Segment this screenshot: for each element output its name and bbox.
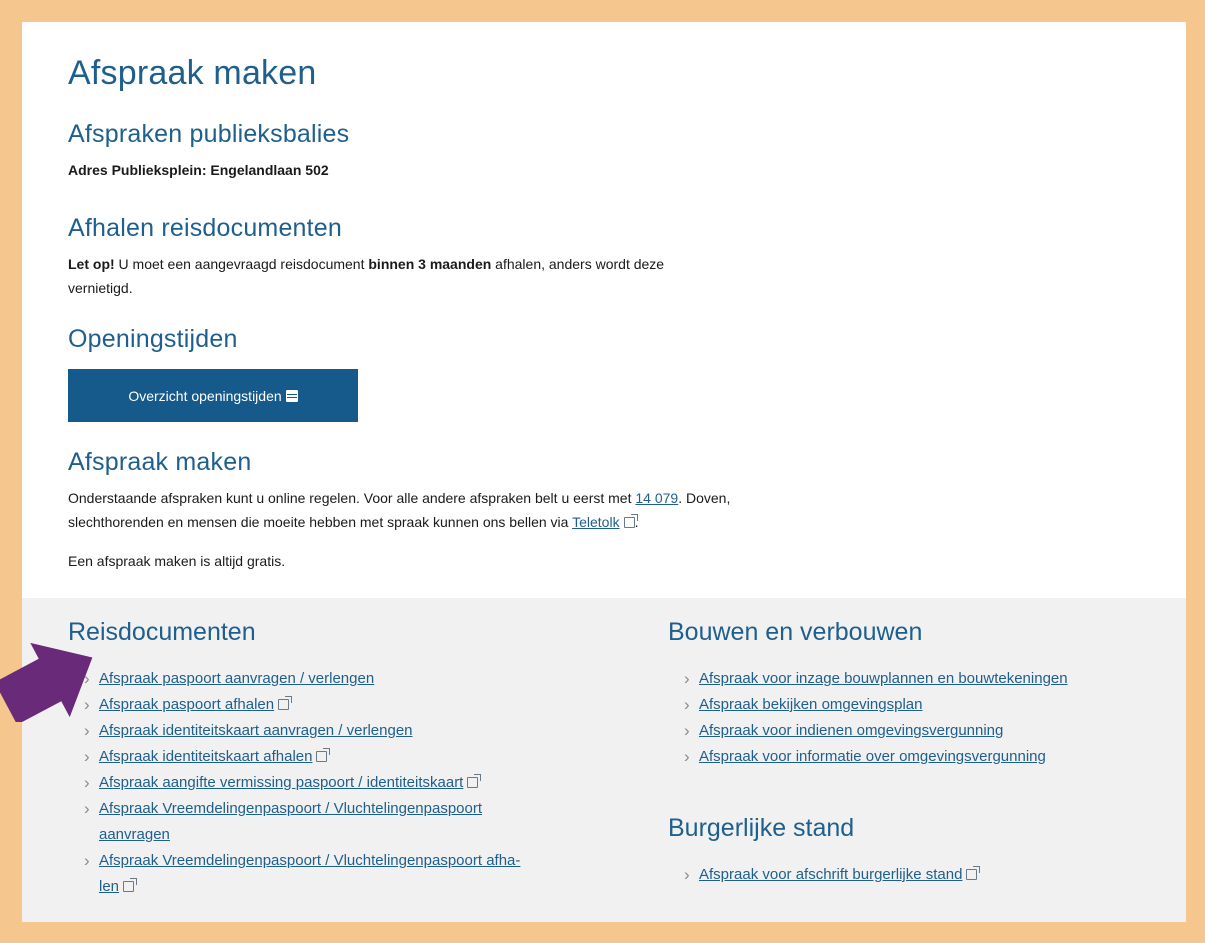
list-item: Afspraak voor inzage bouwplannen en bouw… bbox=[684, 666, 1164, 692]
external-link-icon bbox=[316, 748, 331, 762]
list-item: Afspraak paspoort afhalen bbox=[84, 692, 624, 718]
note-bold-deadline: binnen 3 maanden bbox=[368, 256, 492, 272]
bouwen-heading: Bouwen en verbouwen bbox=[668, 618, 923, 646]
link-paspoort-aanvragen[interactable]: Afspraak paspoort aanvragen / verlengen bbox=[99, 670, 374, 687]
note-text-3: vernietigd. bbox=[68, 280, 133, 296]
content-top: Afspraak maken Afspraken publieksbalies … bbox=[22, 22, 1186, 598]
external-link-icon bbox=[278, 696, 293, 710]
list-item: Afspraak identiteitskaart afhalen bbox=[84, 744, 624, 770]
link-vreemdelingen-aanvragen[interactable]: Afspraak Vreemdelingenpaspoort / Vluchte… bbox=[99, 800, 482, 843]
list-item: Afspraak Vreemdelingenpaspoort / Vluchte… bbox=[84, 796, 624, 848]
list-item: Afspraak voor afschrift burgerlijke stan… bbox=[684, 862, 1164, 888]
burgerlijke-stand-list: Afspraak voor afschrift burgerlijke stan… bbox=[684, 862, 1164, 888]
page-title: Afspraak maken bbox=[68, 54, 317, 92]
arrow-pointer-icon bbox=[0, 642, 93, 722]
link-text-line-1: Afspraak Vreemdelingenpaspoort / Vluchte… bbox=[99, 800, 483, 817]
list-item: Afspraak voor informatie over omgevingsv… bbox=[684, 744, 1164, 770]
link-vreemdelingen-afhalen[interactable]: Afspraak Vreemdelingenpaspoort / Vluchte… bbox=[99, 852, 520, 895]
openingstijden-heading: Openingstijden bbox=[68, 325, 238, 353]
external-link-icon bbox=[467, 774, 482, 788]
calendar-icon bbox=[285, 389, 298, 402]
link-omgevingsplan[interactable]: Afspraak bekijken omgevingsplan bbox=[699, 696, 922, 713]
list-item: Afspraak aangifte vermissing paspoort / … bbox=[84, 770, 624, 796]
list-item: Afspraak voor indienen omgevingsvergunni… bbox=[684, 718, 1164, 744]
afspraak-maken-heading: Afspraak maken bbox=[68, 448, 252, 476]
teletolk-link[interactable]: Teletolk bbox=[572, 514, 619, 530]
list-item: Afspraak paspoort aanvragen / verlengen bbox=[84, 666, 624, 692]
publieksbalies-address: Adres Publieksplein: Engelandlaan 502 bbox=[68, 162, 329, 178]
openingstijden-button-label: Overzicht openingstijden bbox=[128, 387, 282, 404]
appointments-panel: Reisdocumenten Afspraak paspoort aanvrag… bbox=[22, 598, 1186, 922]
reisdocumenten-list: Afspraak paspoort aanvragen / verlengen … bbox=[84, 666, 624, 900]
list-item: Afspraak identiteitskaart aanvragen / ve… bbox=[84, 718, 624, 744]
publieksbalies-heading: Afspraken publieksbalies bbox=[68, 120, 350, 148]
intro-text-3: slechthorenden en mensen die moeite hebb… bbox=[68, 514, 573, 530]
link-id-aanvragen[interactable]: Afspraak identiteitskaart aanvragen / ve… bbox=[99, 722, 413, 739]
note-text-1: U moet een aangevraagd reisdocument bbox=[114, 256, 369, 272]
burgerlijke-stand-heading: Burgerlijke stand bbox=[668, 814, 855, 842]
link-text-line-2: len bbox=[99, 878, 120, 895]
note-bold-letop: Let op! bbox=[68, 256, 115, 272]
link-text-line-1: Afspraak Vreemdelingenpaspoort / Vluchte… bbox=[99, 852, 521, 869]
external-link-icon bbox=[123, 878, 138, 892]
external-link-icon bbox=[623, 514, 638, 528]
list-item: Afspraak bekijken omgevingsplan bbox=[684, 692, 1164, 718]
afhalen-note: Let op! U moet een aangevraagd reisdocum… bbox=[68, 252, 664, 300]
link-informatie-vergunning[interactable]: Afspraak voor informatie over omgevingsv… bbox=[699, 748, 1046, 765]
link-afschrift[interactable]: Afspraak voor afschrift burgerlijke stan… bbox=[699, 866, 962, 883]
note-text-2: afhalen, anders wordt deze bbox=[491, 256, 665, 272]
bouwen-list: Afspraak voor inzage bouwplannen en bouw… bbox=[684, 666, 1164, 770]
link-paspoort-afhalen[interactable]: Afspraak paspoort afhalen bbox=[99, 696, 274, 713]
link-text-line-2: aanvragen bbox=[99, 826, 170, 843]
intro-text-2: . Doven, bbox=[678, 490, 731, 506]
openingstijden-button[interactable]: Overzicht openingstijden bbox=[68, 369, 358, 422]
link-indienen-vergunning[interactable]: Afspraak voor indienen omgevingsvergunni… bbox=[699, 722, 1003, 739]
free-text: Een afspraak maken is altijd gratis. bbox=[68, 553, 286, 569]
link-inzage-bouwplannen[interactable]: Afspraak voor inzage bouwplannen en bouw… bbox=[699, 670, 1068, 687]
external-link-icon bbox=[966, 866, 981, 880]
afhalen-heading: Afhalen reisdocumenten bbox=[68, 214, 343, 242]
intro-text-1: Onderstaande afspraken kunt u online reg… bbox=[68, 490, 636, 506]
phone-link[interactable]: 14 079 bbox=[635, 490, 678, 506]
afspraak-intro: Onderstaande afspraken kunt u online reg… bbox=[68, 486, 730, 534]
list-item: Afspraak Vreemdelingenpaspoort / Vluchte… bbox=[84, 848, 624, 900]
link-id-afhalen[interactable]: Afspraak identiteitskaart afhalen bbox=[99, 748, 312, 765]
page-panel: Afspraak maken Afspraken publieksbalies … bbox=[22, 22, 1186, 922]
link-vermissing[interactable]: Afspraak aangifte vermissing paspoort / … bbox=[99, 774, 463, 791]
